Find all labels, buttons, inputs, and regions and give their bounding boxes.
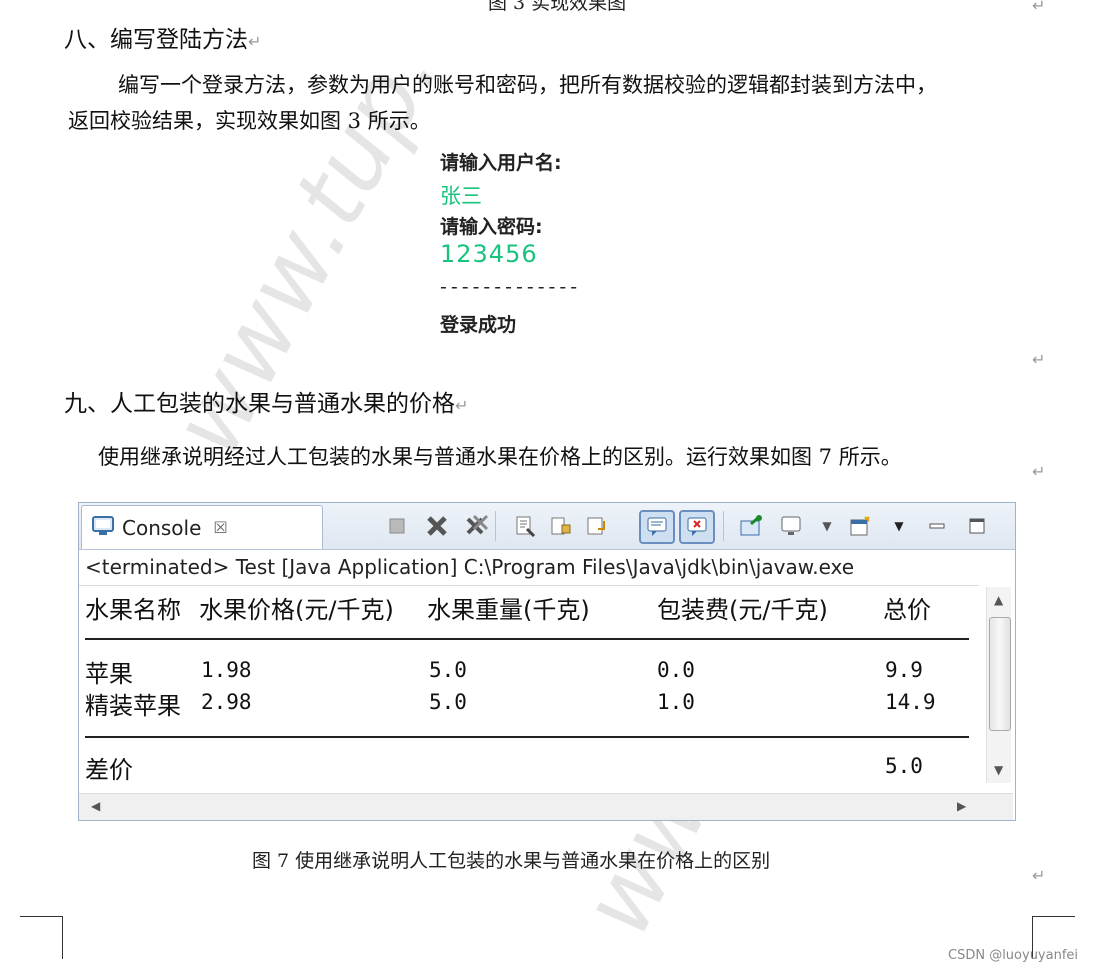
column-header-packaging: 包装费(元/千克) — [657, 596, 828, 624]
maximize-icon[interactable] — [965, 514, 989, 538]
scroll-down-icon[interactable]: ▼ — [994, 763, 1003, 777]
login-prompt-password: 请输入密码: — [440, 216, 543, 238]
chevron-down-icon[interactable]: ▼ — [887, 514, 911, 538]
column-header-weight: 水果重量(千克) — [427, 596, 590, 624]
login-prompt-username: 请输入用户名: — [440, 152, 562, 174]
top-caption-fragment: 图 3 实现效果图 — [488, 0, 627, 14]
column-header-name: 水果名称 — [85, 596, 181, 624]
section-8-paragraph-line-1: 编写一个登录方法，参数为用户的账号和密码，把所有数据校验的逻辑都封装到方法中， — [118, 73, 937, 97]
open-console-icon[interactable] — [849, 514, 873, 538]
display-console-icon[interactable] — [779, 514, 803, 538]
section-9-paragraph: 使用继承说明经过人工包装的水果与普通水果在价格上的区别。运行效果如图 7 所示。 — [98, 445, 902, 469]
console-status-line: <terminated> Test [Java Application] C:\… — [85, 555, 855, 579]
scroll-right-icon[interactable]: ▶ — [957, 799, 966, 813]
terminate-icon[interactable] — [385, 514, 409, 538]
credit-text: CSDN @luoyuyanfei — [948, 948, 1079, 963]
row-weight: 5.0 — [429, 690, 467, 714]
login-result: 登录成功 — [440, 314, 517, 336]
row-name: 精装苹果 — [85, 692, 181, 720]
figure-7-caption: 图 7 使用继承说明人工包装的水果与普通水果在价格上的区别 — [252, 850, 771, 872]
row-packaging: 0.0 — [657, 658, 695, 682]
console-icon — [92, 515, 114, 540]
page-corner-mark — [20, 916, 63, 959]
row-name: 苹果 — [85, 660, 133, 688]
close-icon[interactable]: ☒ — [213, 518, 227, 537]
row-price: 1.98 — [201, 658, 252, 682]
toolbar-separator — [495, 511, 496, 541]
scroll-lock-icon[interactable] — [549, 514, 573, 538]
scrollbar-thumb[interactable] — [989, 617, 1011, 731]
section-8-heading: 八、编写登陆方法↵ — [64, 27, 262, 53]
show-on-output-icon[interactable] — [639, 510, 675, 544]
diff-value: 5.0 — [885, 754, 923, 778]
pin-console-icon[interactable] — [739, 514, 763, 538]
row-total: 9.9 — [885, 658, 923, 682]
console-toolbar: Console ☒ ▼ ▼ — [79, 503, 1015, 550]
toolbar-separator — [723, 511, 724, 541]
console-output[interactable]: 水果名称 水果价格(元/千克) 水果重量(千克) 包装费(元/千克) 总价 苹果… — [79, 585, 979, 790]
section-8-paragraph-line-2: 返回校验结果，实现效果如图 3 所示。 — [68, 109, 431, 133]
minimize-icon[interactable] — [925, 514, 949, 538]
scroll-left-icon[interactable]: ◀ — [91, 799, 100, 813]
diff-label: 差价 — [85, 756, 133, 784]
vertical-scrollbar[interactable]: ▲ ▼ — [986, 587, 1011, 783]
remove-launch-icon[interactable] — [425, 514, 449, 538]
separator-line — [85, 638, 969, 641]
word-wrap-icon[interactable] — [585, 514, 609, 538]
console-tab-label: Console — [122, 515, 202, 540]
paragraph-mark: ↵ — [1032, 0, 1046, 15]
scroll-up-icon[interactable]: ▲ — [994, 593, 1003, 607]
console-view: Console ☒ ▼ ▼ <terminated> Test [Java Ap… — [78, 502, 1016, 821]
console-tab[interactable]: Console ☒ — [81, 505, 323, 549]
paragraph-mark: ↵ — [1032, 350, 1046, 369]
paragraph-mark: ↵ — [1032, 462, 1046, 481]
row-total: 14.9 — [885, 690, 936, 714]
row-packaging: 1.0 — [657, 690, 695, 714]
clear-console-icon[interactable] — [513, 514, 537, 538]
horizontal-scrollbar[interactable]: ◀ ▶ — [79, 793, 1013, 820]
row-weight: 5.0 — [429, 658, 467, 682]
separator-line — [85, 736, 969, 739]
login-username-value: 张三 — [440, 184, 482, 208]
column-header-price: 水果价格(元/千克) — [199, 596, 394, 624]
column-header-total: 总价 — [883, 596, 931, 624]
chevron-down-icon[interactable]: ▼ — [815, 514, 839, 538]
show-on-error-icon[interactable] — [679, 510, 715, 544]
login-password-value: 123456 — [440, 240, 538, 268]
section-9-heading: 九、人工包装的水果与普通水果的价格↵ — [64, 391, 469, 417]
remove-all-terminated-icon[interactable] — [465, 514, 489, 538]
paragraph-mark: ↵ — [1032, 866, 1046, 885]
login-divider: ------------- — [440, 276, 582, 298]
row-price: 2.98 — [201, 690, 252, 714]
